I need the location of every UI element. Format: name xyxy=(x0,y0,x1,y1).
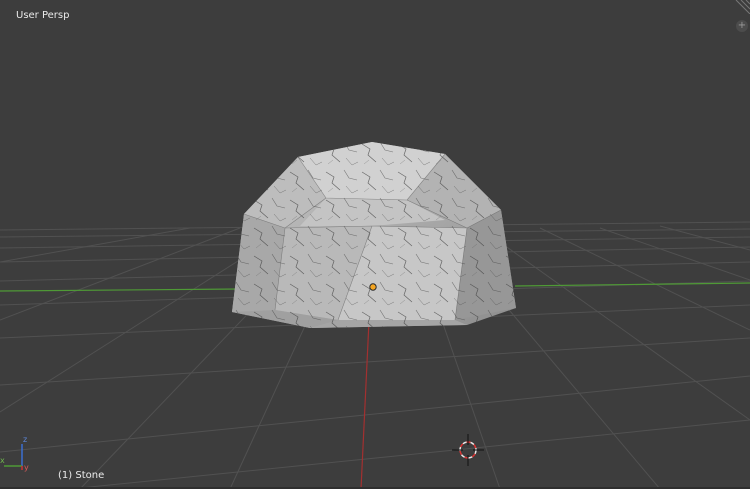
stone-mesh xyxy=(232,142,516,328)
x-axis-line xyxy=(0,288,241,292)
viewport-scene[interactable]: z x y xyxy=(0,0,750,489)
view-name-label: User Persp xyxy=(16,10,70,21)
split-corner-icon[interactable] xyxy=(734,0,750,14)
origin-dot-icon xyxy=(369,283,377,291)
axis-gizmo-icon: z x y xyxy=(0,435,29,472)
svg-text:x: x xyxy=(0,456,5,465)
svg-text:y: y xyxy=(24,463,29,472)
plus-icon[interactable]: + xyxy=(736,20,748,32)
x-axis-line-right xyxy=(514,282,750,287)
3d-cursor-icon xyxy=(452,434,484,466)
y-axis-line xyxy=(360,299,371,489)
active-object-label: (1) Stone xyxy=(58,470,105,481)
3d-viewport[interactable]: z x y User Persp (1) Stone + xyxy=(0,0,750,489)
svg-text:z: z xyxy=(23,435,27,444)
